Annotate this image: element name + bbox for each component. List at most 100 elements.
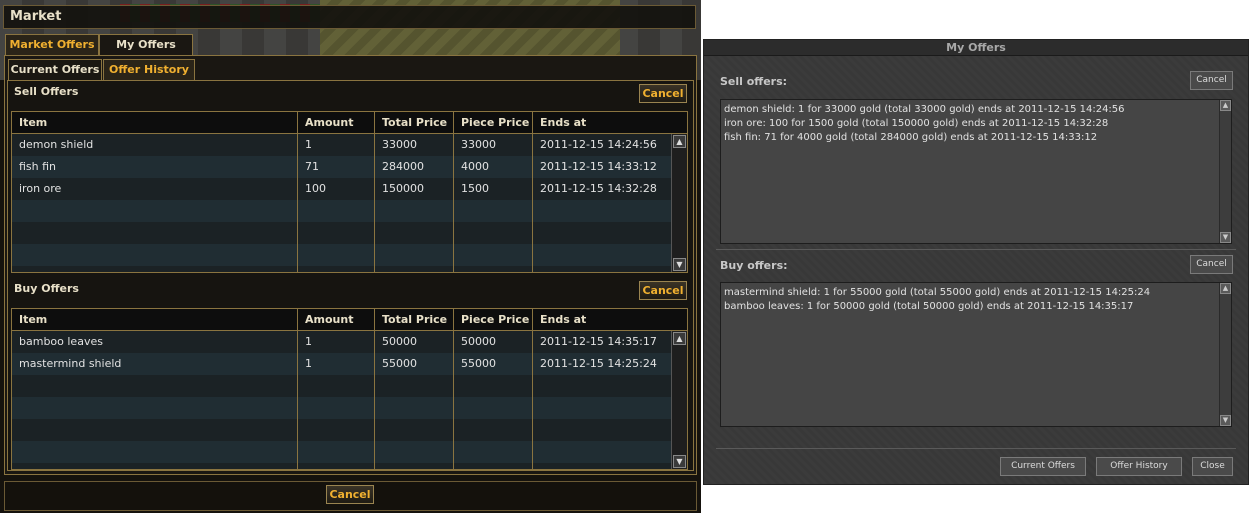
table-cell: 50000 [382,335,417,348]
table-cell: fish fin [19,160,57,173]
tab-my-offers[interactable]: My Offers [99,34,193,56]
column-divider [297,309,298,469]
table-cell: 2011-12-15 14:24:56 [540,138,657,151]
table-row[interactable] [12,419,671,441]
table-row[interactable] [12,441,671,463]
scroll-down-icon[interactable]: ▼ [673,455,686,468]
sell-offers-list: demon shield: 1 for 33000 gold (total 33… [720,99,1232,244]
table-row[interactable]: bamboo leaves 1 50000 50000 2011-12-15 14:35… [12,331,671,353]
column-divider [374,112,375,272]
column-divider [532,112,533,272]
buy-cancel-button[interactable]: Cancel [1190,255,1233,274]
my-offers-dialog: My Offers Sell offers: Cancel demon shie… [703,39,1249,485]
sell-offer-line[interactable]: fish fin: 71 for 4000 gold (total 284000… [724,131,1125,145]
buy-offer-line[interactable]: mastermind shield: 1 for 55000 gold (tot… [724,286,1150,300]
sell-scrollbar[interactable]: ▲ ▼ [671,134,687,272]
scroll-up-icon[interactable]: ▲ [673,332,686,345]
scroll-up-icon[interactable]: ▲ [1220,283,1231,294]
table-cell: 100 [305,182,326,195]
table-cell: 150000 [382,182,424,195]
column-header[interactable]: Total Price [382,313,447,326]
table-cell: 2011-12-15 14:35:17 [540,335,657,348]
tab-current-offers[interactable]: Current Offers [8,59,102,81]
divider [716,249,1236,250]
table-row[interactable] [12,200,671,222]
column-divider [532,309,533,469]
my-offers-title-bar: My Offers [704,40,1248,56]
column-header[interactable]: Item [19,313,47,326]
tab-market-offers[interactable]: Market Offers [5,34,99,56]
table-row[interactable] [12,222,671,244]
offer-history-button[interactable]: Offer History [1096,457,1182,476]
close-button[interactable]: Close [1192,457,1233,476]
column-header[interactable]: Piece Price [461,313,529,326]
table-row[interactable] [12,397,671,419]
scroll-down-icon[interactable]: ▼ [1220,415,1231,426]
buy-offers-label: Buy offers: [720,259,788,272]
column-header[interactable]: Ends at [540,313,586,326]
buy-offer-line[interactable]: bamboo leaves: 1 for 50000 gold (total 5… [724,300,1150,314]
table-cell: iron ore [19,182,62,195]
table-cell: 1 [305,335,312,348]
market-window: Market Market Offers My Offers Current O… [0,0,701,513]
column-divider [453,309,454,469]
table-row[interactable]: iron ore 100 150000 1500 2011-12-15 14:32:28 [12,178,671,200]
sell-offers-label: Sell offers: [720,75,788,88]
market-title-bar: Market [3,5,696,29]
table-cell: 55000 [382,357,417,370]
table-cell: 33000 [461,138,496,151]
sell-cancel-button[interactable]: Cancel [639,84,687,103]
table-row[interactable] [12,244,671,266]
table-row[interactable] [12,375,671,397]
buy-offers-label: Buy Offers [14,282,79,295]
column-header[interactable]: Amount [305,116,353,129]
table-cell: 284000 [382,160,424,173]
market-cancel-button[interactable]: Cancel [326,485,374,504]
column-header[interactable]: Item [19,116,47,129]
tab-offer-history[interactable]: Offer History [103,59,195,81]
current-offers-button[interactable]: Current Offers [1000,457,1086,476]
scroll-down-icon[interactable]: ▼ [1220,232,1231,243]
sell-offers-label: Sell Offers [14,85,79,98]
table-cell: bamboo leaves [19,335,103,348]
table-cell: demon shield [19,138,94,151]
column-header[interactable]: Total Price [382,116,447,129]
column-header[interactable]: Piece Price [461,116,529,129]
column-divider [374,309,375,469]
table-row[interactable]: demon shield 1 33000 33000 2011-12-15 14:24:… [12,134,671,156]
table-header: Item Amount Total Price Piece Price Ends at [12,112,687,134]
table-cell: 50000 [461,335,496,348]
sell-scrollbar[interactable]: ▲ ▼ [1219,100,1231,243]
buy-scrollbar[interactable]: ▲ ▼ [1219,283,1231,426]
market-title: Market [10,9,62,24]
buy-scrollbar[interactable]: ▲ ▼ [671,331,687,469]
column-header[interactable]: Ends at [540,116,586,129]
table-cell: mastermind shield [19,357,122,370]
sell-offers-table: Item Amount Total Price Piece Price Ends at d… [11,111,688,273]
table-cell: 55000 [461,357,496,370]
table-cell: 1500 [461,182,489,195]
table-cell: 2011-12-15 14:33:12 [540,160,657,173]
scroll-up-icon[interactable]: ▲ [1220,100,1231,111]
table-header: Item Amount Total Price Piece Price Ends at [12,309,687,331]
column-header[interactable]: Amount [305,313,353,326]
table-cell: 1 [305,357,312,370]
table-row[interactable]: mastermind shield 1 55000 55000 2011-12-15 1… [12,353,671,375]
divider [716,448,1236,449]
table-cell: 33000 [382,138,417,151]
table-row[interactable]: fish fin 71 284000 4000 2011-12-15 14:33:12 [12,156,671,178]
table-cell: 71 [305,160,319,173]
sell-offer-line[interactable]: iron ore: 100 for 1500 gold (total 15000… [724,117,1125,131]
table-cell: 2011-12-15 14:25:24 [540,357,657,370]
column-divider [297,112,298,272]
sell-offer-line[interactable]: demon shield: 1 for 33000 gold (total 33… [724,103,1125,117]
buy-cancel-button[interactable]: Cancel [639,281,687,300]
scroll-down-icon[interactable]: ▼ [673,258,686,271]
table-cell: 2011-12-15 14:32:28 [540,182,657,195]
table-cell: 1 [305,138,312,151]
table-cell: 4000 [461,160,489,173]
scroll-up-icon[interactable]: ▲ [673,135,686,148]
my-offers-title: My Offers [946,41,1006,54]
column-divider [453,112,454,272]
sell-cancel-button[interactable]: Cancel [1190,71,1233,90]
